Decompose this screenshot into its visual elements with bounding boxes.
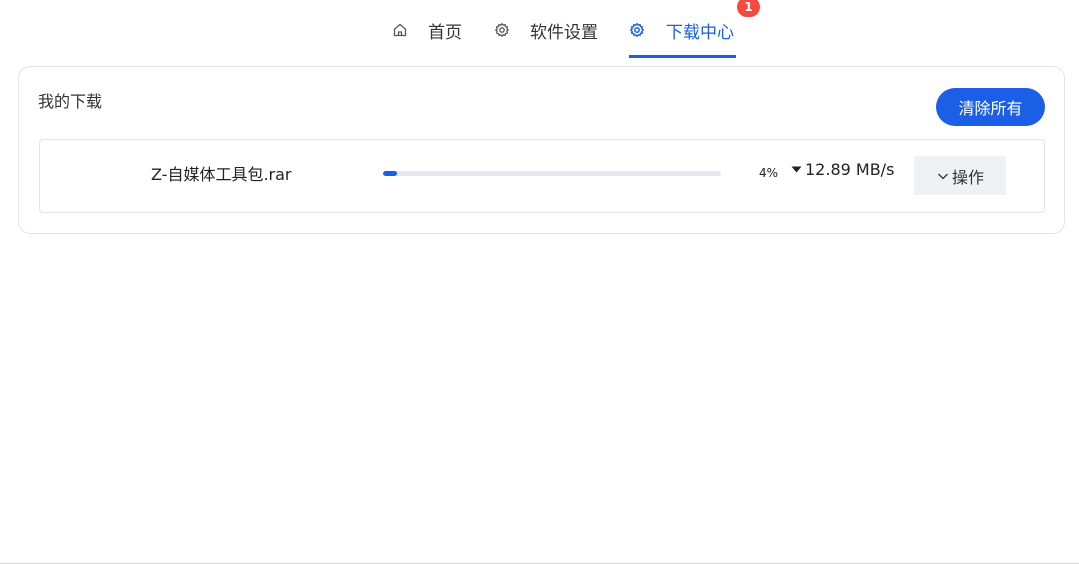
download-filename: Z-自媒体工具包.rar [151, 165, 292, 184]
download-progress-fill [383, 171, 397, 176]
chevron-down-icon [936, 169, 950, 183]
panel-title: 我的下载 [38, 92, 103, 111]
top-nav-tabs: 首页 软件设置 下载中心 1 [0, 0, 1079, 60]
tab-settings[interactable]: 软件设置 [494, 0, 598, 60]
download-progress-bar [383, 171, 721, 176]
home-icon [392, 22, 408, 38]
gear-icon [494, 22, 510, 38]
caret-down-icon [790, 163, 803, 176]
download-percent: 4% [759, 166, 779, 180]
clear-all-button[interactable]: 清除所有 [936, 88, 1045, 126]
download-item: Z-自媒体工具包.rar 4% 12.89 MB/s 操作 [39, 139, 1045, 213]
notification-badge: 1 [736, 0, 761, 18]
tab-download-center-label: 下载中心 [666, 22, 734, 43]
tab-home[interactable]: 首页 [392, 0, 462, 60]
tab-download-center[interactable]: 下载中心 [629, 0, 736, 60]
download-center-page: 首页 软件设置 下载中心 1 我的下载 清除所有 Z-自媒体工具包.rar 4%… [0, 0, 1079, 564]
tab-settings-label: 软件设置 [530, 22, 598, 43]
gear-icon [629, 22, 645, 38]
actions-dropdown-button[interactable]: 操作 [914, 156, 1006, 195]
tab-home-label: 首页 [428, 22, 462, 43]
download-speed: 12.89 MB/s [790, 160, 894, 179]
download-speed-value: 12.89 MB/s [805, 160, 895, 179]
my-downloads-panel: 我的下载 清除所有 Z-自媒体工具包.rar 4% 12.89 MB/s 操作 [18, 66, 1065, 234]
actions-dropdown-label: 操作 [951, 167, 984, 187]
